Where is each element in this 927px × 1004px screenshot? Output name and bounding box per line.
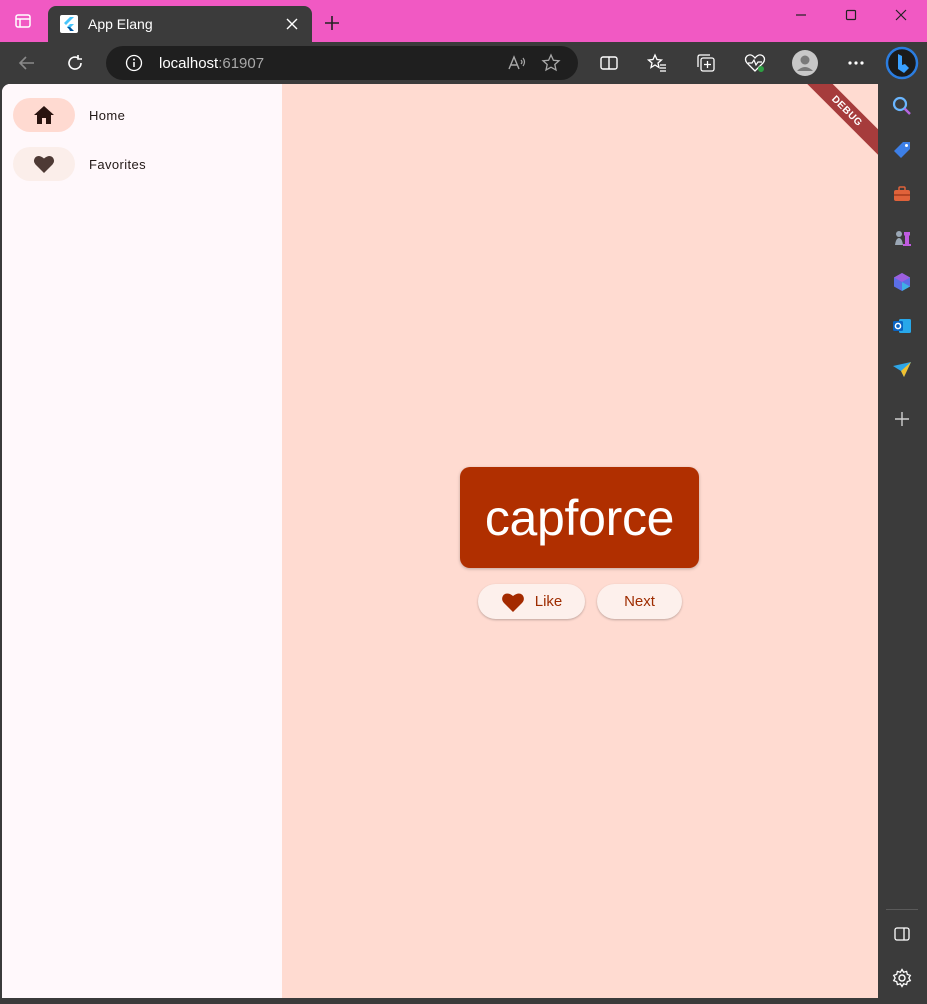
app-viewport: Home Favorites capforce Like Next DEBUG	[2, 84, 878, 998]
home-icon	[34, 106, 54, 124]
sidebar-outlook-button[interactable]	[890, 314, 914, 338]
search-icon	[892, 96, 911, 115]
info-icon	[125, 54, 143, 72]
collections-button[interactable]	[689, 46, 723, 80]
sidebar-tools-button[interactable]	[890, 182, 914, 206]
toolbox-icon	[894, 186, 910, 201]
close-window-button[interactable]	[878, 0, 924, 30]
copilot-button[interactable]	[885, 46, 919, 80]
edge-sidebar	[878, 84, 927, 1004]
maximize-icon	[845, 9, 857, 21]
close-icon	[895, 9, 907, 21]
browser-titlebar: App Elang	[0, 0, 927, 42]
star-icon	[541, 53, 561, 72]
word-pair-card: capforce	[460, 467, 699, 568]
like-label: Like	[534, 593, 563, 610]
sidebar-games-button[interactable]	[890, 226, 914, 250]
tab-close-button[interactable]	[280, 12, 304, 36]
minimize-icon	[796, 14, 806, 16]
favorite-page-button[interactable]	[534, 46, 568, 80]
like-button[interactable]: Like	[478, 584, 585, 619]
word-pair-text: capforce	[484, 489, 675, 546]
address-bar[interactable]: localhost:61907	[106, 46, 578, 80]
collections-icon	[697, 54, 715, 72]
m365-icon	[894, 273, 910, 291]
split-screen-button[interactable]	[592, 46, 626, 80]
nav-indicator	[13, 147, 75, 181]
close-icon	[286, 18, 298, 30]
flutter-favicon-icon	[60, 15, 78, 33]
bing-icon	[885, 46, 919, 80]
sidebar-drop-button[interactable]	[890, 358, 914, 382]
browser-toolbar: localhost:61907	[0, 42, 927, 84]
chess-icon	[895, 231, 911, 246]
gear-icon	[892, 968, 912, 988]
outlook-icon	[893, 319, 911, 333]
profile-button[interactable]	[788, 46, 822, 80]
back-arrow-icon	[18, 56, 34, 70]
new-tab-button[interactable]	[318, 9, 346, 37]
refresh-button[interactable]	[57, 46, 93, 80]
favorites-button[interactable]	[640, 46, 674, 80]
back-button[interactable]	[9, 46, 45, 80]
read-aloud-icon	[508, 55, 526, 70]
send-icon	[893, 362, 911, 377]
panel-icon	[894, 927, 910, 941]
sidebar-m365-button[interactable]	[890, 270, 914, 294]
generator-page: capforce Like Next DEBUG	[282, 84, 878, 998]
debug-banner: DEBUG	[801, 84, 878, 157]
minimize-button[interactable]	[778, 0, 824, 30]
heart-icon	[501, 590, 525, 614]
nav-item-label: Home	[89, 107, 126, 123]
sidebar-settings-button[interactable]	[890, 966, 914, 990]
browser-essentials-button[interactable]	[738, 46, 772, 80]
sidebar-shopping-button[interactable]	[890, 138, 914, 162]
nav-item-home[interactable]: Home	[13, 95, 273, 135]
browser-tab[interactable]: App Elang	[48, 6, 312, 42]
sidebar-search-button[interactable]	[890, 94, 914, 118]
tab-actions-button[interactable]	[0, 0, 46, 42]
nav-indicator	[13, 98, 75, 132]
settings-more-button[interactable]	[839, 46, 873, 80]
tab-title: App Elang	[88, 16, 153, 32]
favorites-list-icon	[647, 53, 666, 72]
url-host: localhost	[159, 54, 219, 72]
sidebar-add-button[interactable]	[890, 407, 914, 431]
tab-actions-icon	[15, 14, 31, 28]
window-bottom-edge	[0, 998, 878, 1004]
next-label: Next	[624, 593, 655, 610]
next-button[interactable]: Next	[597, 584, 682, 619]
sidebar-divider	[886, 909, 918, 910]
avatar-icon	[792, 50, 818, 76]
nav-item-favorites[interactable]: Favorites	[13, 144, 273, 184]
tag-icon	[894, 142, 910, 158]
heart-pulse-icon	[744, 54, 766, 72]
refresh-icon	[68, 55, 82, 70]
plus-icon	[325, 16, 339, 30]
nav-item-label: Favorites	[89, 156, 147, 172]
site-info-button[interactable]	[117, 46, 151, 80]
read-aloud-button[interactable]	[500, 46, 534, 80]
more-icon	[848, 61, 864, 65]
url-port: :61907	[218, 54, 265, 72]
plus-icon	[895, 412, 909, 426]
url-text: localhost:61907	[159, 55, 500, 72]
split-screen-icon	[600, 56, 618, 70]
navigation-rail: Home Favorites	[2, 84, 282, 998]
hide-sidebar-button[interactable]	[890, 922, 914, 946]
heart-icon	[33, 155, 55, 173]
maximize-button[interactable]	[828, 0, 874, 30]
